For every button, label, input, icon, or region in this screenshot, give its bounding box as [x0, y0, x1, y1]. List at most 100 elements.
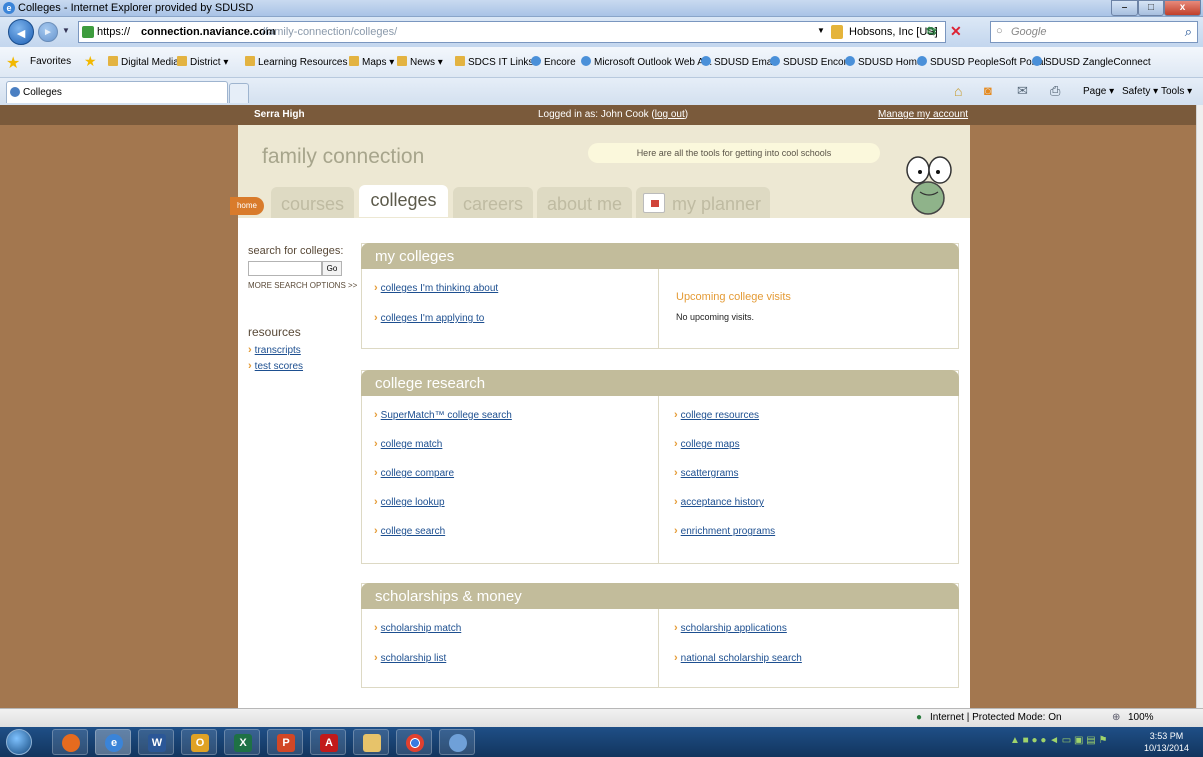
more-search-options-link[interactable]: MORE SEARCH OPTIONS >>	[248, 281, 357, 290]
fav-sdusd-encore[interactable]: SDUSD Encore	[770, 56, 852, 68]
link-scattergrams[interactable]: › scattergrams	[674, 467, 738, 479]
lock-icon[interactable]	[831, 25, 843, 39]
link-acceptance-history[interactable]: › acceptance history	[674, 496, 764, 508]
search-icon[interactable]: ⌕	[1185, 24, 1192, 40]
taskbar-outlook[interactable]: O	[181, 729, 217, 755]
arrow-icon: ›	[374, 652, 378, 664]
tab-courses[interactable]: courses	[271, 187, 354, 218]
upcoming-visits-heading: Upcoming college visits	[676, 291, 791, 303]
link-colleges-thinking[interactable]: › colleges I'm thinking about	[374, 282, 498, 294]
tab-colleges[interactable]: colleges	[359, 185, 448, 217]
fav-sdcs-it-links[interactable]: SDCS IT Links ▾	[455, 56, 541, 68]
close-button[interactable]: x	[1164, 0, 1201, 16]
feeds-icon[interactable]: ◙	[984, 83, 992, 98]
link-college-compare[interactable]: › college compare	[374, 467, 454, 479]
logout-link[interactable]: log out	[655, 109, 685, 120]
link-college-lookup[interactable]: › college lookup	[374, 496, 445, 508]
resources-link-test-scores[interactable]: › test scores	[248, 360, 303, 372]
school-name: Serra High	[254, 109, 305, 120]
link-college-maps[interactable]: › college maps	[674, 438, 740, 450]
favorites-star-icon[interactable]: ★	[6, 53, 20, 73]
planner-icon	[643, 193, 665, 213]
url-path: /family-connection/colleges/	[262, 26, 398, 38]
taskbar-app[interactable]	[439, 729, 475, 755]
taskbar-powerpoint[interactable]: P	[267, 729, 303, 755]
favorites-button[interactable]: Favorites	[30, 56, 71, 67]
system-clock[interactable]: 3:53 PM 10/13/2014	[1144, 730, 1189, 754]
link-scholarship-applications[interactable]: › scholarship applications	[674, 622, 787, 634]
compatibility-icon[interactable]: ⇆	[926, 23, 937, 39]
fav-district[interactable]: District ▾	[177, 56, 228, 68]
new-tab-button[interactable]	[229, 83, 249, 103]
link-college-resources[interactable]: › college resources	[674, 409, 759, 421]
taskbar-firefox[interactable]	[52, 729, 88, 755]
page-menu[interactable]: Page ▾	[1083, 86, 1114, 97]
page-scrollbar[interactable]	[1196, 105, 1203, 708]
zoom-level[interactable]: 100%	[1128, 712, 1154, 723]
fav-zangleconnect[interactable]: SDUSD ZangleConnect	[1032, 56, 1151, 68]
family-connection-logo[interactable]: family connection	[262, 145, 424, 169]
tab-about-me[interactable]: about me	[537, 187, 632, 218]
fav-peoplesoft-portal[interactable]: SDUSD PeopleSoft Portal	[917, 56, 1046, 68]
fav-sdusd-email[interactable]: SDUSD Email	[701, 56, 777, 68]
tab-careers[interactable]: careers	[453, 187, 533, 218]
zoom-icon[interactable]: ⊕	[1112, 712, 1120, 723]
favorites-bar: ★ Favorites ★ Digital Media ▾ District ▾…	[0, 47, 1203, 78]
tools-menu[interactable]: Tools ▾	[1161, 86, 1192, 97]
tray-icons[interactable]: ▲ ■ ● ● ◄ ▭ ▣ ▤ ⚑	[1010, 735, 1107, 746]
taskbar-explorer[interactable]	[353, 729, 389, 755]
taskbar-chrome[interactable]	[396, 729, 432, 755]
address-dropdown-icon[interactable]: ▼	[817, 26, 825, 35]
home-button[interactable]: home	[230, 197, 264, 215]
site-header: family connection Here are all the tools…	[230, 125, 970, 218]
stop-icon[interactable]: ✕	[950, 23, 962, 40]
taskbar-internet-explorer[interactable]: e	[95, 729, 131, 755]
tab-my-planner[interactable]: my planner	[636, 187, 770, 218]
go-button[interactable]: Go	[322, 261, 342, 276]
maximize-button[interactable]: □	[1138, 0, 1164, 16]
taskbar-excel[interactable]: X	[224, 729, 260, 755]
resources-link-transcripts[interactable]: › transcripts	[248, 344, 301, 356]
fav-news[interactable]: News ▾	[397, 56, 443, 68]
read-mail-icon[interactable]: ✉	[1017, 83, 1028, 99]
taskbar-word[interactable]: W	[138, 729, 174, 755]
fav-maps[interactable]: Maps ▾	[349, 56, 394, 68]
link-scholarship-list[interactable]: › scholarship list	[374, 652, 446, 664]
home-icon[interactable]: ⌂	[954, 83, 962, 99]
arrow-icon: ›	[374, 409, 378, 421]
browser-tab-colleges[interactable]: Colleges	[6, 81, 228, 103]
certificate-owner[interactable]: Hobsons, Inc [US]	[849, 26, 938, 38]
link-college-search[interactable]: › college search	[374, 525, 445, 537]
fav-digital-media[interactable]: Digital Media ▾	[108, 56, 187, 68]
fav-sdusd-home[interactable]: SDUSD Home	[845, 56, 922, 68]
minimize-button[interactable]: –	[1111, 0, 1138, 16]
folder-icon	[397, 56, 407, 66]
link-colleges-applying[interactable]: › colleges I'm applying to	[374, 312, 484, 324]
word-icon: W	[148, 734, 166, 752]
forward-button[interactable]: ►	[38, 22, 58, 42]
security-zone[interactable]: Internet | Protected Mode: On	[930, 712, 1062, 723]
address-field[interactable]: https:// connection.naviance.com /family…	[78, 21, 946, 43]
manage-account-link[interactable]: Manage my account	[878, 109, 968, 120]
add-favorite-icon[interactable]: ★	[84, 53, 97, 70]
link-college-match[interactable]: › college match	[374, 438, 442, 450]
search-field[interactable]: ○ Google ⌕	[990, 21, 1198, 43]
print-icon[interactable]: ⎙	[1050, 83, 1060, 99]
link-supermatch[interactable]: › SuperMatch™ college search	[374, 409, 512, 421]
folder-icon	[455, 56, 465, 66]
fav-encore[interactable]: Encore	[531, 56, 576, 68]
link-scholarship-match[interactable]: › scholarship match	[374, 622, 461, 634]
back-button[interactable]: ◄	[8, 19, 34, 45]
link-national-scholarship-search[interactable]: › national scholarship search	[674, 652, 802, 664]
link-enrichment-programs[interactable]: › enrichment programs	[674, 525, 775, 537]
taskbar-acrobat[interactable]: A	[310, 729, 346, 755]
resources-heading: resources	[248, 325, 301, 339]
safety-menu[interactable]: Safety ▾	[1122, 86, 1158, 97]
college-search-input[interactable]	[248, 261, 322, 276]
fav-outlook-web[interactable]: Microsoft Outlook Web A...	[581, 56, 712, 68]
start-button[interactable]	[6, 729, 32, 755]
recent-pages-dropdown-icon[interactable]: ▼	[62, 26, 70, 35]
search-placeholder: Google	[1011, 26, 1047, 38]
folder-icon	[349, 56, 359, 66]
fav-learning-resources[interactable]: Learning Resources ▾	[245, 56, 355, 68]
